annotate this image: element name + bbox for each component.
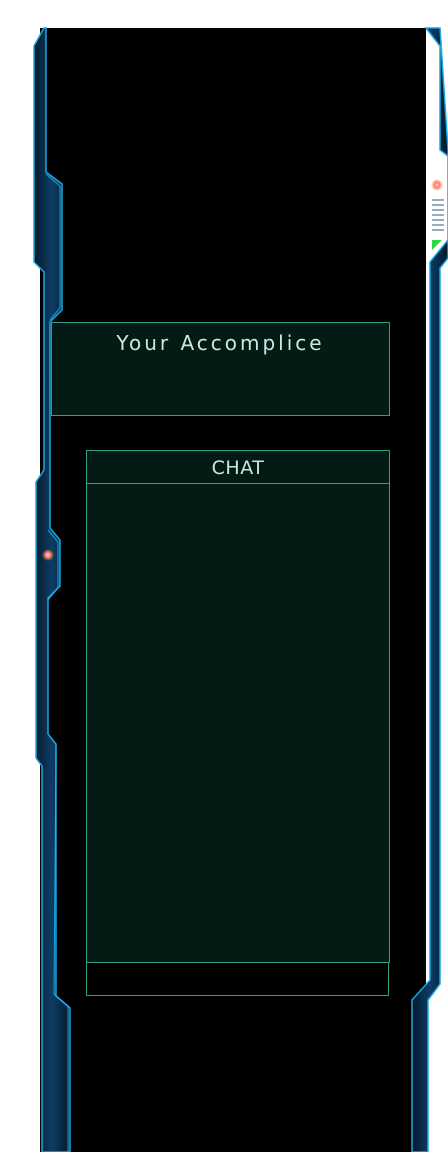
status-light-icon xyxy=(42,549,54,561)
chat-header: CHAT xyxy=(86,450,390,484)
game-hud-screen: Your Accomplice CHAT xyxy=(0,0,448,1152)
accomplice-panel: Your Accomplice xyxy=(51,322,390,416)
chat-panel: CHAT xyxy=(86,450,390,996)
status-light-icon xyxy=(431,179,443,191)
right-rim-vent xyxy=(432,199,444,231)
chat-input[interactable] xyxy=(86,962,389,996)
accomplice-title: Your Accomplice xyxy=(116,331,325,355)
chat-message-log[interactable] xyxy=(86,483,390,963)
